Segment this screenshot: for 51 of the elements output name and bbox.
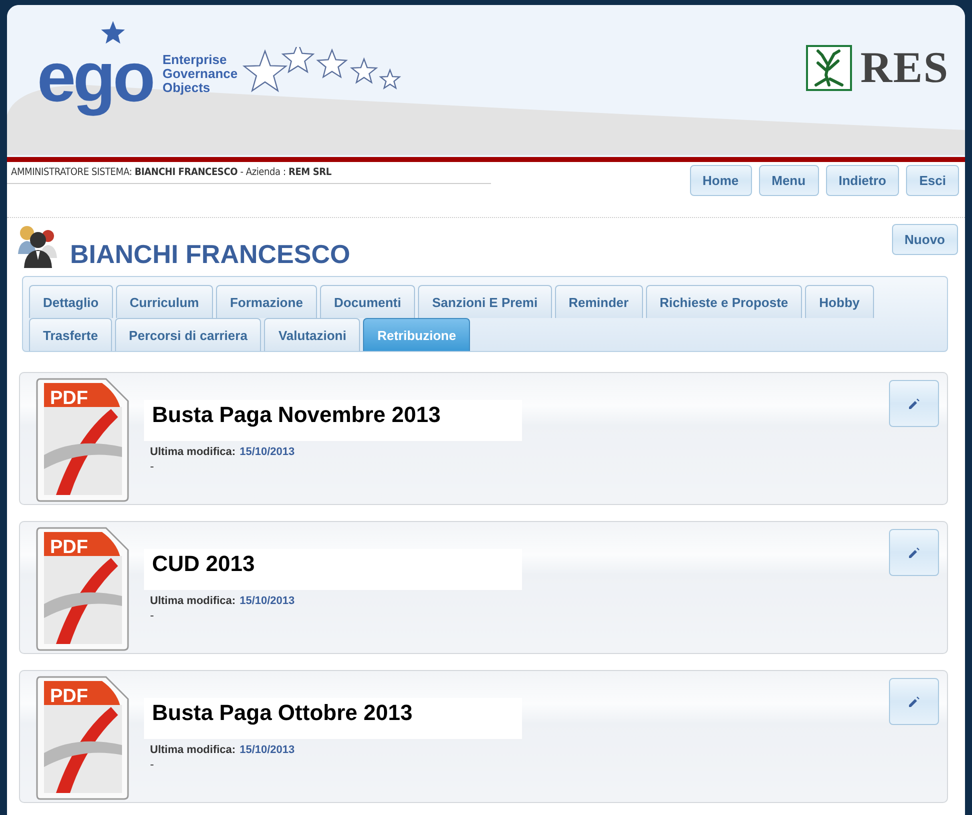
tab[interactable]: Retribuzione — [363, 318, 470, 351]
document-title[interactable]: CUD 2013 — [144, 549, 522, 590]
logo-tagline: Enterprise — [162, 53, 228, 67]
modified-date: 15/10/2013 — [240, 595, 295, 607]
pdf-file-icon — [36, 527, 129, 651]
nav-button[interactable]: Indietro — [826, 165, 900, 196]
document-note: - — [149, 609, 155, 622]
star-icon — [101, 21, 125, 45]
pdf-file-icon — [36, 676, 129, 800]
document-title[interactable]: Busta Paga Novembre 2013 — [144, 400, 522, 441]
nav-button[interactable]: Menu — [758, 165, 819, 196]
document-note: - — [149, 758, 155, 771]
modified-date: 15/10/2013 — [240, 744, 295, 756]
new-button[interactable]: Nuovo — [892, 224, 958, 255]
pdf-label: PDF — [50, 686, 88, 707]
tab[interactable]: Sanzioni E Premi — [418, 285, 552, 318]
company-logo: RES — [860, 45, 949, 91]
people-icon — [16, 224, 60, 270]
logo-tagline: Objects — [162, 81, 212, 95]
modified-label: Ultima modifica: — [150, 446, 236, 458]
tree-icon — [806, 45, 852, 91]
pencil-icon — [908, 398, 920, 410]
tab[interactable]: Reminder — [554, 285, 643, 318]
tab[interactable]: Valutazioni — [264, 318, 360, 351]
tab[interactable]: Curriculum — [116, 285, 213, 318]
pdf-label: PDF — [50, 537, 88, 558]
document-title[interactable]: Busta Paga Ottobre 2013 — [144, 698, 522, 739]
tab[interactable]: Hobby — [805, 285, 874, 318]
user-info: AMMINISTRATORE SISTEMA: BIANCHI FRANCESCO - Azienda : REM SRL — [7, 162, 491, 184]
tab[interactable]: Richieste e Proposte — [646, 285, 802, 318]
edit-button[interactable] — [889, 529, 939, 576]
logo-tagline: Governance — [162, 67, 238, 81]
pencil-icon — [908, 696, 920, 708]
pdf-label: PDF — [50, 388, 88, 409]
logo-text: ego — [37, 37, 154, 118]
modified-label: Ultima modifica: — [150, 744, 236, 756]
tab[interactable]: Trasferte — [29, 318, 112, 351]
pdf-file-icon — [36, 378, 129, 502]
tab[interactable]: Documenti — [320, 285, 416, 318]
tab[interactable]: Percorsi di carriera — [114, 318, 262, 351]
modified-label: Ultima modifica: — [150, 595, 236, 607]
tab[interactable]: Dettaglio — [29, 285, 113, 318]
edit-button[interactable] — [889, 678, 939, 725]
document-note: - — [149, 460, 155, 473]
tab[interactable]: Formazione — [216, 285, 317, 318]
modified-date: 15/10/2013 — [240, 446, 295, 458]
edit-button[interactable] — [889, 380, 939, 427]
nav-button[interactable]: Home — [690, 165, 752, 196]
person-name: BIANCHI FRANCESCO — [70, 238, 352, 270]
pencil-icon — [908, 546, 920, 558]
nav-button[interactable]: Esci — [906, 165, 959, 196]
